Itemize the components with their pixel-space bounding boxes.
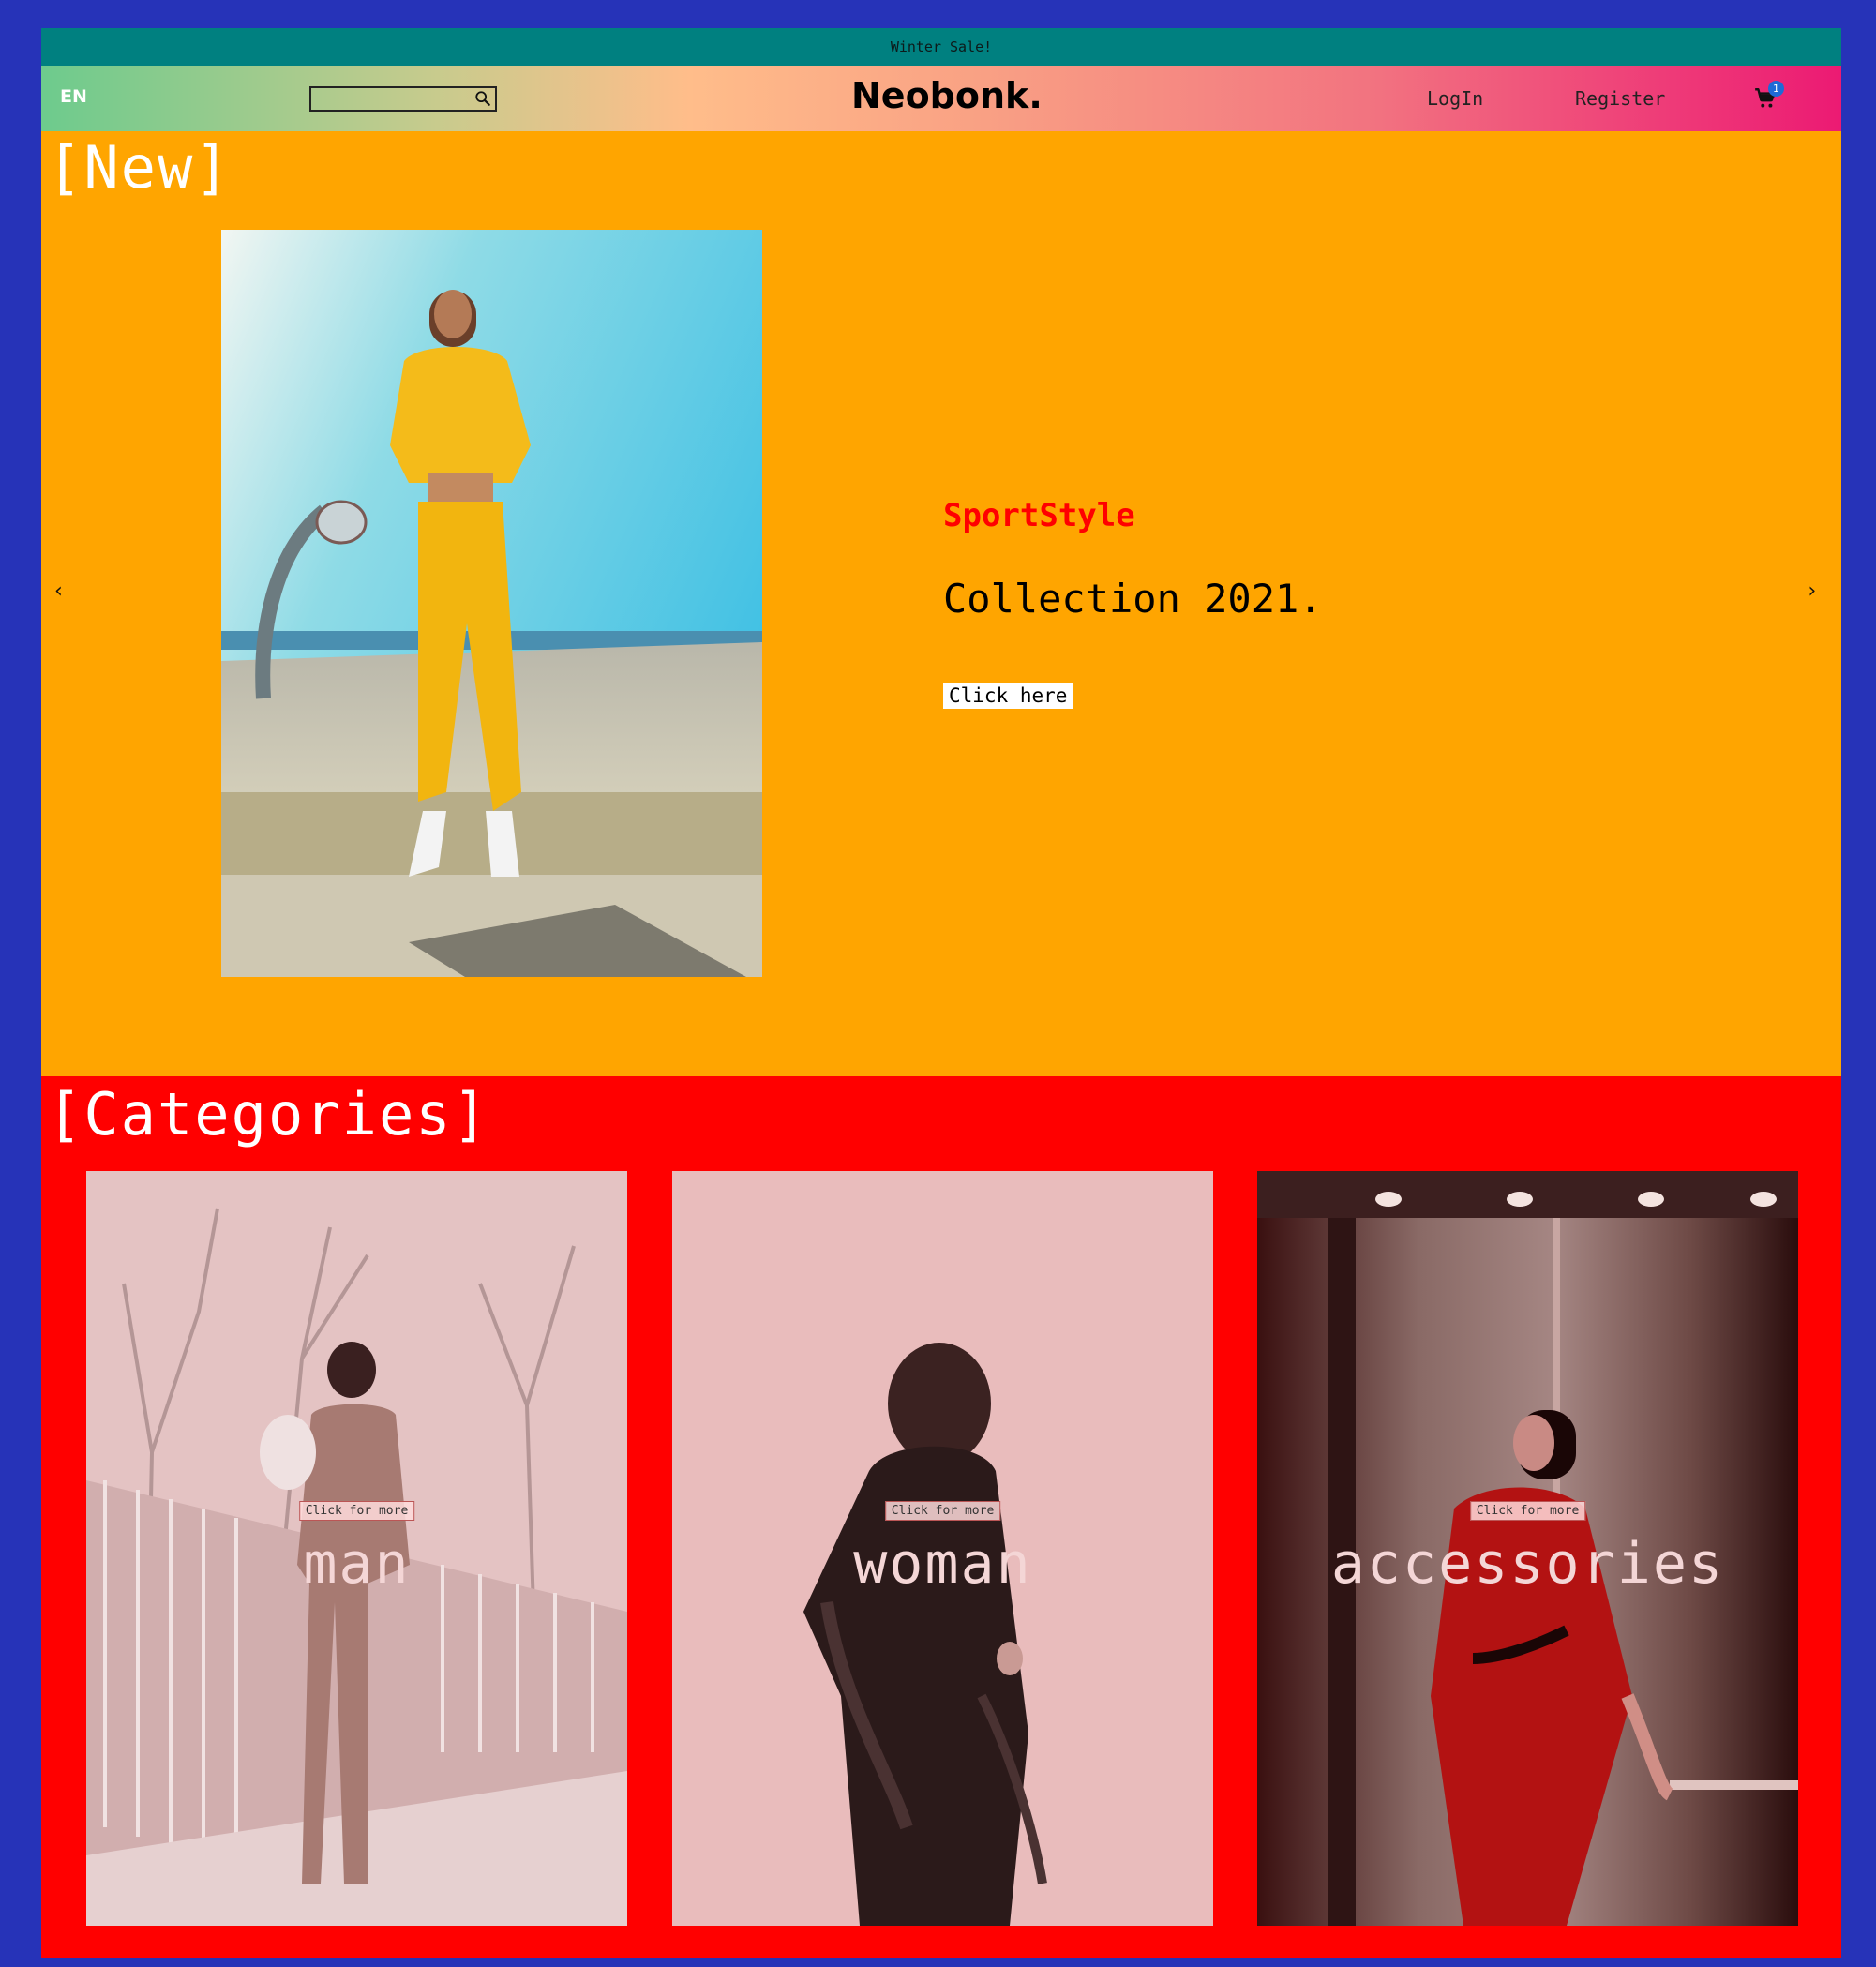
category-card-woman[interactable]: Click for more woman xyxy=(672,1171,1213,1926)
category-cta-woman[interactable]: Click for more xyxy=(884,1501,1001,1521)
slide-image xyxy=(221,230,762,977)
search-icon[interactable] xyxy=(474,90,491,107)
slide-heading: Collection 2021. xyxy=(943,576,1323,622)
cart-count-badge: 1 xyxy=(1768,81,1784,97)
new-arrivals-section: [New] ‹ SportStyle Collection 2021. Clic… xyxy=(41,131,1841,1076)
navbar: EN Neobonk. LogIn Register 1 xyxy=(41,66,1841,131)
language-selector[interactable]: EN xyxy=(60,86,87,107)
slide-cta-button[interactable]: Click here xyxy=(943,683,1073,709)
page-frame: Winter Sale! EN Neobonk. LogIn Register … xyxy=(41,28,1841,1958)
new-section-title: [New] xyxy=(47,133,232,202)
search-input[interactable] xyxy=(311,88,469,110)
register-link[interactable]: Register xyxy=(1575,87,1665,110)
cart-button[interactable]: 1 xyxy=(1753,81,1784,114)
announcement-bar: Winter Sale! xyxy=(41,28,1841,66)
category-label-man: man xyxy=(303,1531,411,1597)
search-box xyxy=(309,86,497,112)
site-logo[interactable]: Neobonk. xyxy=(851,75,1043,116)
category-label-accessories: accessories xyxy=(1330,1531,1725,1597)
category-label-woman: woman xyxy=(853,1531,1032,1597)
announcement-text: Winter Sale! xyxy=(890,38,993,55)
category-cta-accessories[interactable]: Click for more xyxy=(1469,1501,1586,1521)
category-card-accessories[interactable]: Click for more accessories xyxy=(1257,1171,1798,1926)
chevron-left-icon[interactable]: ‹ xyxy=(53,579,65,603)
category-card-man[interactable]: Click for more man xyxy=(86,1171,627,1926)
categories-section: [Categories] Click for more man Click fo… xyxy=(41,1076,1841,1958)
chevron-right-icon[interactable]: › xyxy=(1806,579,1818,603)
login-link[interactable]: LogIn xyxy=(1427,87,1483,110)
slide-brand: SportStyle xyxy=(943,497,1135,534)
category-cta-man[interactable]: Click for more xyxy=(298,1501,415,1521)
categories-section-title: [Categories] xyxy=(47,1080,489,1149)
